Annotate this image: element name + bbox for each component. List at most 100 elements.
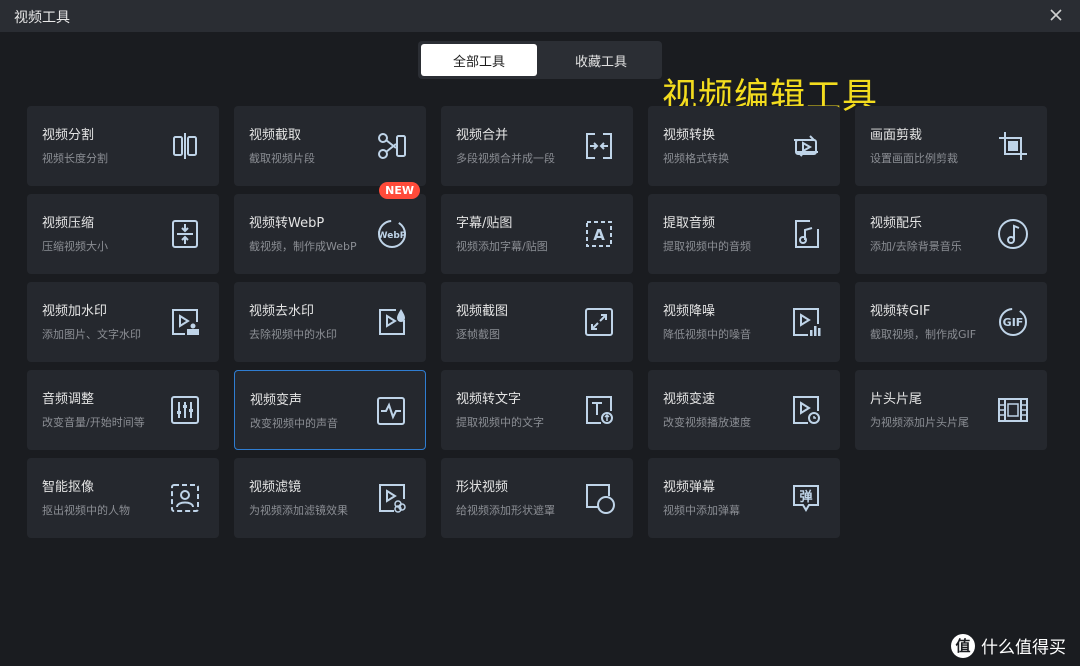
tool-description: 设置画面比例剪裁: [870, 152, 958, 165]
tool-card-denoise[interactable]: 视频降噪降低视频中的噪音: [648, 282, 840, 362]
screenshot-icon: [581, 304, 617, 340]
tool-title: 视频压缩: [42, 216, 95, 231]
danmaku-icon: 弹: [788, 480, 824, 516]
portrait-cutout-icon: [167, 480, 203, 516]
compress-icon: [167, 216, 203, 252]
tool-title: 视频转GIF: [870, 304, 931, 319]
tool-card-filter[interactable]: 视频滤镜为视频添加滤镜效果: [234, 458, 426, 538]
svg-text:WebP: WebP: [378, 231, 407, 241]
tool-description: 提取视频中的音频: [663, 240, 751, 253]
title-bar: 视频工具: [0, 0, 1080, 32]
tool-card-danmaku[interactable]: 视频弹幕视频中添加弹幕 弹: [648, 458, 840, 538]
tool-description: 截取视频，制作成GIF: [870, 328, 977, 341]
tool-description: 提取视频中的文字: [456, 416, 544, 429]
tool-card-scissors[interactable]: 视频截取截取视频片段: [234, 106, 426, 186]
tool-card-film[interactable]: 片头片尾 为视频添加片头片尾: [855, 370, 1047, 450]
tool-title: 音频调整: [42, 392, 95, 407]
tool-title: 形状视频: [456, 480, 509, 495]
tool-card-merge[interactable]: 视频合并多段视频合并成一段: [441, 106, 633, 186]
tool-card-crop[interactable]: 画面剪裁 设置画面比例剪裁: [855, 106, 1047, 186]
tool-card-watermark-add[interactable]: 视频加水印添加图片、文字水印: [27, 282, 219, 362]
tool-title: 视频滤镜: [249, 480, 302, 495]
tool-card-webp[interactable]: 视频转WebP 截视频，制作成WebP WebP NEW: [234, 182, 426, 274]
convert-icon: [788, 128, 824, 164]
shape-icon: [581, 480, 617, 516]
tool-description: 去除视频中的水印: [249, 328, 337, 341]
tool-description: 截取视频片段: [249, 152, 315, 165]
tool-card-gif[interactable]: 视频转GIF 截取视频，制作成GIF GIF: [855, 282, 1047, 362]
tool-description: 视频中添加弹幕: [663, 504, 740, 517]
tool-description: 改变视频中的声音: [250, 417, 338, 430]
tool-card-music-note[interactable]: 视频配乐添加/去除背景音乐: [855, 194, 1047, 274]
new-badge: NEW: [379, 182, 420, 199]
tool-title: 视频配乐: [870, 216, 923, 231]
svg-text:A: A: [593, 226, 605, 244]
tool-card-shape[interactable]: 形状视频给视频添加形状遮罩: [441, 458, 633, 538]
webp-icon: WebP: [374, 216, 410, 252]
svg-text:GIF: GIF: [1003, 316, 1024, 329]
watermark-remove-icon: [374, 304, 410, 340]
tool-description: 改变视频播放速度: [663, 416, 751, 429]
crop-icon: [995, 128, 1031, 164]
tool-description: 逐帧截图: [456, 328, 500, 341]
tool-title: 智能抠像: [42, 480, 95, 495]
filter-icon: [374, 480, 410, 516]
subtitle-icon: A: [581, 216, 617, 252]
tool-description: 给视频添加形状遮罩: [456, 504, 555, 517]
tool-description: 抠出视频中的人物: [42, 504, 130, 517]
film-icon: [995, 392, 1031, 428]
tool-description: 降低视频中的噪音: [663, 328, 751, 341]
tool-card-watermark-remove[interactable]: 视频去水印去除视频中的水印: [234, 282, 426, 362]
tool-description: 视频长度分割: [42, 152, 108, 165]
tool-description: 为视频添加滤镜效果: [249, 504, 348, 517]
voice-change-icon: [373, 393, 409, 429]
tool-tabs: 全部工具 收藏工具: [418, 41, 662, 79]
tool-card-speed[interactable]: 视频变速改变视频播放速度: [648, 370, 840, 450]
tool-card-compress[interactable]: 视频压缩压缩视频大小: [27, 194, 219, 274]
tool-title: 视频转WebP: [249, 216, 325, 231]
tab-all-tools[interactable]: 全部工具: [421, 44, 537, 76]
text-extract-icon: [581, 392, 617, 428]
tool-description: 改变音量/开始时间等: [42, 416, 145, 429]
tool-description: 截视频，制作成WebP: [249, 240, 357, 253]
tool-card-text-extract[interactable]: 视频转文字 提取视频中的文字: [441, 370, 633, 450]
tool-title: 视频变速: [663, 392, 716, 407]
music-note-icon: [995, 216, 1031, 252]
tool-card-equalizer[interactable]: 音频调整改变音量/开始时间等: [27, 370, 219, 450]
tool-title: 视频去水印: [249, 304, 315, 319]
gif-icon: GIF: [995, 304, 1031, 340]
tool-grid: 视频分割 视频长度分割 视频截取 截取视频片段 视频合并 多段视频合并成一段 视频转换 视频格…: [27, 106, 1047, 538]
site-watermark: 值 什么值得买: [951, 633, 1066, 658]
window-title: 视频工具: [14, 10, 70, 26]
audio-extract-icon: [788, 216, 824, 252]
svg-text:弹: 弹: [799, 489, 812, 505]
scissors-icon: [374, 128, 410, 164]
tool-title: 视频截取: [249, 128, 302, 143]
tool-title: 提取音频: [663, 216, 716, 231]
tool-title: 视频降噪: [663, 304, 716, 319]
tool-card-audio-extract[interactable]: 提取音频提取视频中的音频: [648, 194, 840, 274]
watermark-add-icon: [167, 304, 203, 340]
tool-title: 视频加水印: [42, 304, 108, 319]
split-icon: [167, 128, 203, 164]
tool-description: 压缩视频大小: [42, 240, 108, 253]
tool-title: 视频变声: [250, 393, 303, 408]
tool-description: 添加图片、文字水印: [42, 328, 141, 341]
watermark-text: 什么值得买: [981, 638, 1066, 658]
tool-card-subtitle[interactable]: 字幕/贴图视频添加字幕/贴图 A: [441, 194, 633, 274]
tool-card-portrait-cutout[interactable]: 智能抠像抠出视频中的人物: [27, 458, 219, 538]
tool-description: 多段视频合并成一段: [456, 152, 555, 165]
tool-card-voice-change[interactable]: 视频变声改变视频中的声音: [234, 370, 426, 450]
tool-card-screenshot[interactable]: 视频截图 逐帧截图: [441, 282, 633, 362]
tool-title: 视频分割: [42, 128, 95, 143]
denoise-icon: [788, 304, 824, 340]
tool-description: 添加/去除背景音乐: [870, 240, 962, 253]
tool-title: 字幕/贴图: [456, 216, 513, 231]
tool-card-split[interactable]: 视频分割视频长度分割: [27, 106, 219, 186]
tool-title: 视频弹幕: [663, 480, 716, 495]
tab-favorite-tools[interactable]: 收藏工具: [543, 44, 659, 76]
close-icon[interactable]: [1046, 5, 1066, 25]
tool-description: 视频添加字幕/贴图: [456, 240, 548, 253]
tool-title: 视频合并: [456, 128, 509, 143]
tool-card-convert[interactable]: 视频转换 视频格式转换: [648, 106, 840, 186]
